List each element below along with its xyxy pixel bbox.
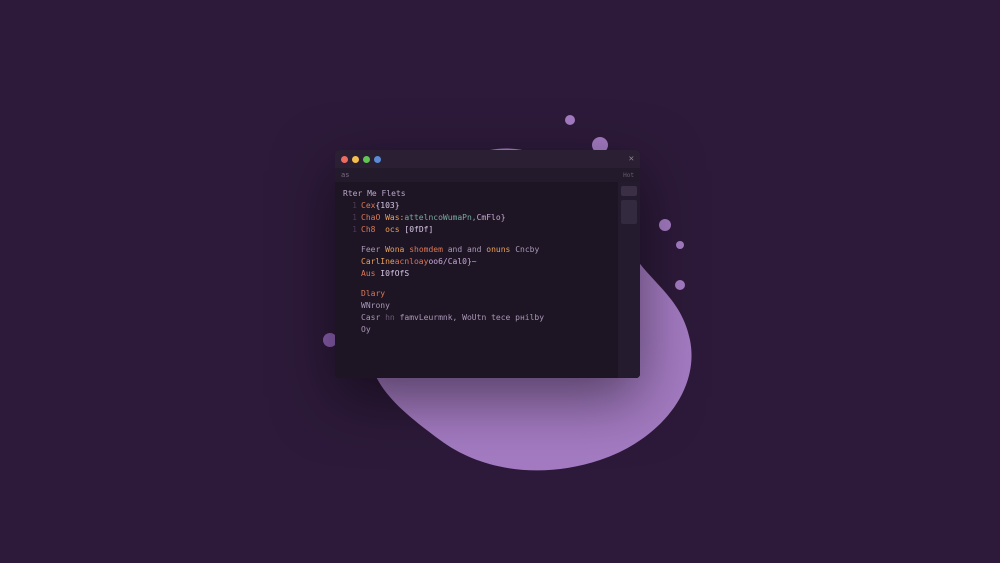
extra-window-button[interactable]	[374, 156, 381, 163]
maximize-window-button[interactable]	[363, 156, 370, 163]
minimap-block	[621, 186, 637, 196]
gutter-num	[343, 312, 357, 324]
code-token: Ch8	[361, 224, 375, 236]
code-token: Cncby	[515, 244, 539, 256]
gutter-num	[343, 288, 357, 300]
code-heading: Rter Me Flets	[343, 188, 406, 200]
code-token: Casr	[361, 312, 380, 324]
code-editor-window: ✕ as Hot Rter Me Flets 1 Cex{103} 1 ChaO W…	[335, 150, 640, 378]
tab-indicator: Hot	[623, 172, 634, 179]
code-token: Was:	[385, 212, 404, 224]
tab-bar: as Hot	[335, 168, 640, 182]
code-token: ChaO	[361, 212, 380, 224]
code-token: Feer	[361, 244, 380, 256]
code-token: attelncoWumaPn,	[404, 212, 476, 224]
gutter-num	[343, 324, 357, 336]
code-token: onuns	[486, 244, 510, 256]
gutter-num: 1	[343, 212, 357, 224]
code-token: I0fOfS	[380, 268, 409, 280]
code-token: Aus	[361, 268, 375, 280]
editor-body: Rter Me Flets 1 Cex{103} 1 ChaO Was:atteln…	[335, 182, 640, 378]
code-token: Dlary	[361, 288, 385, 300]
gutter-num	[343, 256, 357, 268]
gutter-num	[343, 268, 357, 280]
code-token: ocs	[385, 224, 399, 236]
code-token: {103}	[375, 200, 399, 212]
gutter-num	[343, 244, 357, 256]
code-token: shomdem	[409, 244, 443, 256]
code-token: [0fDf]	[404, 224, 433, 236]
minimize-window-button[interactable]	[352, 156, 359, 163]
window-titlebar[interactable]: ✕	[335, 150, 640, 168]
gutter-num: 1	[343, 224, 357, 236]
code-token: Wona	[385, 244, 404, 256]
minimap-block	[621, 200, 637, 224]
gutter-num	[343, 300, 357, 312]
code-token: CarlIne	[361, 256, 395, 268]
close-window-button[interactable]	[341, 156, 348, 163]
code-token: Oy	[361, 324, 371, 336]
code-token: hn	[385, 312, 395, 324]
code-token: oo6/Cal0}~	[428, 256, 476, 268]
tab-label[interactable]: as	[341, 171, 349, 179]
code-token: Cex	[361, 200, 375, 212]
code-token: famvLeurmnk, WoUtn tece pнilby	[400, 312, 545, 324]
code-token: and and	[448, 244, 482, 256]
code-token: WNrony	[361, 300, 390, 312]
window-controls	[341, 156, 381, 163]
gutter-num: 1	[343, 200, 357, 212]
close-icon[interactable]: ✕	[629, 154, 634, 164]
code-token: acnloay	[395, 256, 429, 268]
code-token: CmFlo}	[477, 212, 506, 224]
code-text-area[interactable]: Rter Me Flets 1 Cex{103} 1 ChaO Was:atteln…	[335, 182, 618, 378]
minimap-scrollbar[interactable]	[618, 182, 640, 378]
